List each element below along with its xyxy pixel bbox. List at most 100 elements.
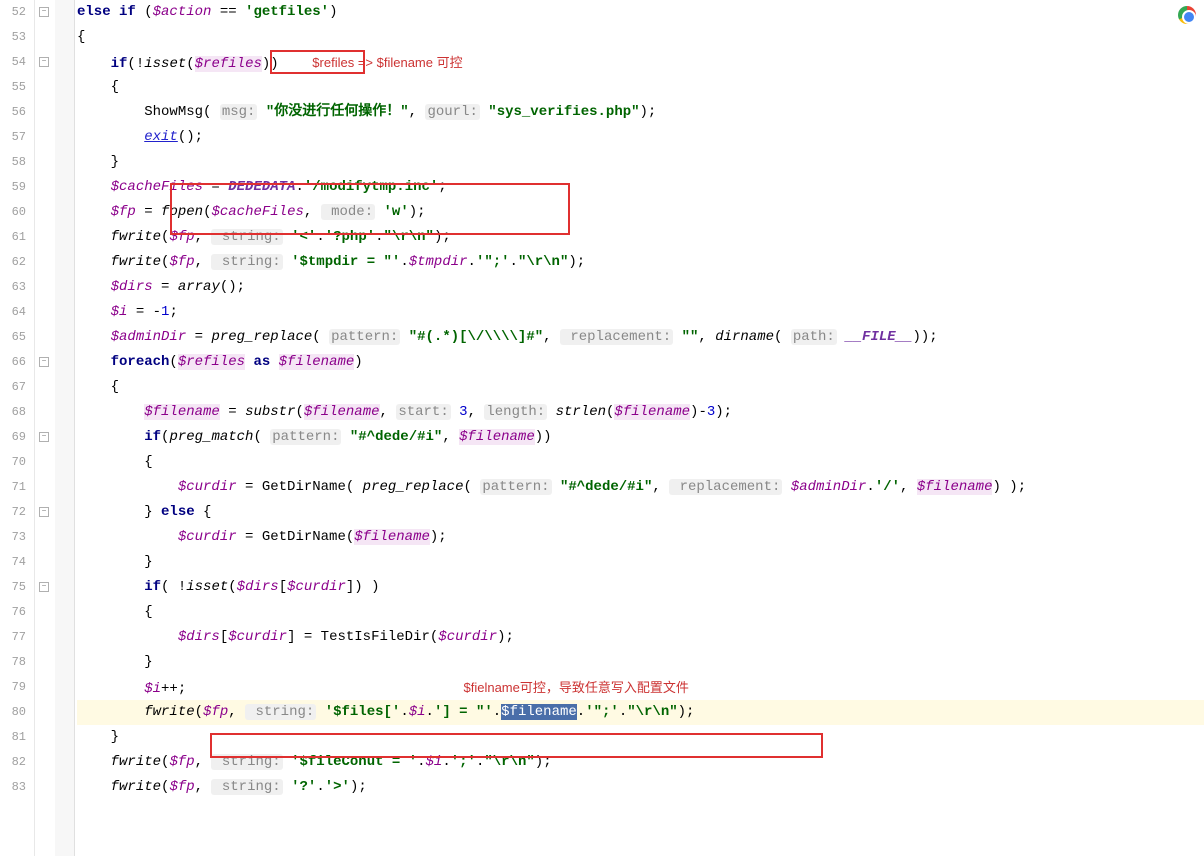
code-token: $curdir — [228, 629, 287, 645]
code-token — [77, 429, 144, 445]
code-token: = — [153, 279, 178, 295]
code-line[interactable]: $filename = substr($filename, start: 3, … — [77, 400, 1204, 425]
code-token: $curdir — [178, 529, 237, 545]
code-line[interactable]: $i = -1; — [77, 300, 1204, 325]
code-line[interactable]: fwrite($fp, string: '$tmpdir = "'.$tmpdi… — [77, 250, 1204, 275]
code-token: ); — [430, 529, 447, 545]
code-token: . — [295, 179, 303, 195]
fold-toggle-icon[interactable]: − — [39, 7, 49, 17]
code-line[interactable]: { — [77, 450, 1204, 475]
code-token: ) — [270, 56, 278, 72]
code-token: start: — [396, 404, 450, 420]
code-token: $tmpdir — [409, 254, 468, 270]
code-token: , — [228, 704, 245, 720]
code-line[interactable]: foreach($refiles as $filename) — [77, 350, 1204, 375]
code-area[interactable]: else if ($action == 'getfiles'){ if(!iss… — [75, 0, 1204, 856]
code-line[interactable]: } — [77, 650, 1204, 675]
code-line[interactable]: { — [77, 25, 1204, 50]
code-line[interactable]: ShowMsg( msg: "你没进行任何操作！", gourl: "sys_v… — [77, 100, 1204, 125]
code-line[interactable]: if(preg_match( pattern: "#^dede/#i", $fi… — [77, 425, 1204, 450]
code-line[interactable]: { — [77, 600, 1204, 625]
code-token: array — [178, 279, 220, 295]
code-token: 'getfiles' — [245, 4, 329, 20]
code-token: , — [698, 329, 715, 345]
code-token — [77, 779, 111, 795]
line-number: 56 — [0, 100, 26, 125]
line-number: 76 — [0, 600, 26, 625]
code-line[interactable]: $i++; $fielname可控，导致任意写入配置文件 — [77, 675, 1204, 700]
code-token — [673, 329, 681, 345]
code-line[interactable]: $dirs = array(); — [77, 275, 1204, 300]
code-token: , — [380, 404, 397, 420]
fold-toggle-icon[interactable]: − — [39, 57, 49, 67]
code-line[interactable]: if( !isset($dirs[$curdir]) ) — [77, 575, 1204, 600]
code-token: ) — [354, 354, 362, 370]
code-token: = — [186, 329, 211, 345]
code-token: $filename — [501, 704, 577, 720]
line-number: 73 — [0, 525, 26, 550]
fold-toggle-icon[interactable]: − — [39, 357, 49, 367]
code-line[interactable]: $fp = fopen($cacheFiles, mode: 'w'); — [77, 200, 1204, 225]
code-token: ]) ) — [346, 579, 380, 595]
code-line[interactable]: $dirs[$curdir] = TestIsFileDir($curdir); — [77, 625, 1204, 650]
line-number: 53 — [0, 25, 26, 50]
code-line[interactable]: $curdir = GetDirName($filename); — [77, 525, 1204, 550]
code-line[interactable]: $adminDir = preg_replace( pattern: "#(.*… — [77, 325, 1204, 350]
code-line[interactable]: $curdir = GetDirName( preg_replace( patt… — [77, 475, 1204, 500]
code-token: { — [77, 79, 119, 95]
fold-toggle-icon[interactable]: − — [39, 432, 49, 442]
code-line[interactable]: $cacheFiles = DEDEDATA.'/modifytmp.inc'; — [77, 175, 1204, 200]
code-token: ) ); — [992, 479, 1026, 495]
code-line[interactable]: fwrite($fp, string: '?'.'>'); — [77, 775, 1204, 800]
fold-toggle-icon[interactable]: − — [39, 582, 49, 592]
code-token — [77, 681, 144, 697]
code-token: ( ! — [161, 579, 186, 595]
code-token: "#(.*)[\/\\\\]#" — [409, 329, 543, 345]
code-token: $dirs — [178, 629, 220, 645]
line-number: 70 — [0, 450, 26, 475]
code-token: replacement: — [669, 479, 782, 495]
code-line[interactable]: if(!isset($refiles)) $refiles => $filena… — [77, 50, 1204, 75]
code-token: . — [619, 704, 627, 720]
code-editor[interactable]: 5253545556575859606162636465666768697071… — [0, 0, 1204, 856]
code-token: $curdir — [438, 629, 497, 645]
code-line[interactable]: fwrite($fp, string: '$files['.$i.'] = "'… — [77, 700, 1204, 725]
code-line[interactable]: fwrite($fp, string: '<'.'?php'."\r\n"); — [77, 225, 1204, 250]
code-token: length: — [484, 404, 547, 420]
code-line[interactable]: } — [77, 150, 1204, 175]
code-token: '$fileConut = ' — [291, 754, 417, 770]
code-token: path: — [791, 329, 837, 345]
code-token: . — [316, 229, 324, 245]
code-token: $filename — [459, 429, 535, 445]
code-token: } — [77, 729, 119, 745]
line-number: 75 — [0, 575, 26, 600]
code-token — [552, 479, 560, 495]
code-token: { — [77, 454, 153, 470]
code-token: . — [468, 254, 476, 270]
code-token: } — [77, 654, 153, 670]
code-token: string: — [245, 704, 316, 720]
code-token: $i — [111, 304, 128, 320]
code-line[interactable]: } — [77, 550, 1204, 575]
code-token — [77, 529, 178, 545]
code-line[interactable]: exit(); — [77, 125, 1204, 150]
code-token — [77, 279, 111, 295]
line-number: 81 — [0, 725, 26, 750]
code-token — [283, 754, 291, 770]
code-line[interactable]: else if ($action == 'getfiles') — [77, 0, 1204, 25]
code-line[interactable]: { — [77, 375, 1204, 400]
code-token: $curdir — [178, 479, 237, 495]
fold-column[interactable]: − − − − − − — [35, 0, 55, 856]
code-token: '";' — [476, 254, 510, 270]
code-token — [283, 779, 291, 795]
code-token: ); — [715, 404, 732, 420]
code-line[interactable]: { — [77, 75, 1204, 100]
code-token — [257, 104, 265, 120]
fold-toggle-icon[interactable]: − — [39, 507, 49, 517]
code-token — [77, 479, 178, 495]
code-line[interactable]: fwrite($fp, string: '$fileConut = '.$i.'… — [77, 750, 1204, 775]
code-line[interactable]: } else { — [77, 500, 1204, 525]
code-token: substr — [245, 404, 295, 420]
code-line[interactable]: } — [77, 725, 1204, 750]
line-number: 67 — [0, 375, 26, 400]
